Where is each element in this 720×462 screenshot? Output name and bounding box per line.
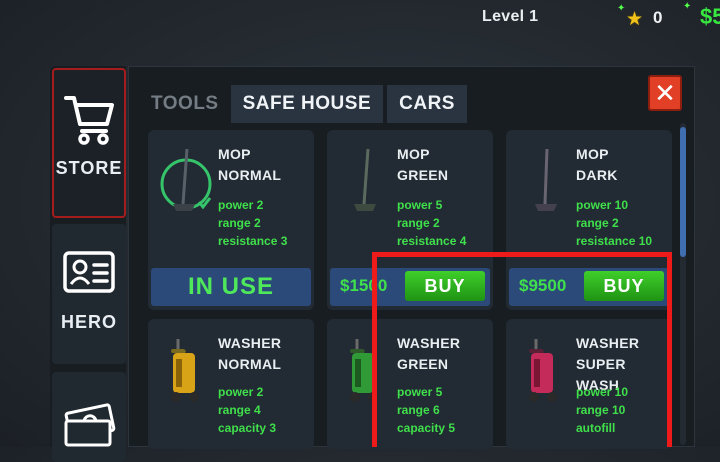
item-card-washer-super-wash: WASHER SUPER WASH power 10 range 10 auto… [506, 319, 672, 449]
category-tabs: TOOLS SAFE HOUSE CARS [143, 85, 467, 123]
item-title: MOP DARK [576, 146, 618, 183]
mop-icon [354, 148, 376, 211]
sidebar-label-store: STORE [55, 158, 123, 178]
id-card-icon [63, 251, 115, 293]
item-card-mop-normal: MOP NORMAL power 2 range 2 resistance 3 … [148, 130, 314, 310]
store-panel: TOOLS SAFE HOUSE CARS ✕ MOP NORMAL power… [128, 66, 695, 449]
tab-cars[interactable]: CARS [387, 85, 467, 123]
in-use-button[interactable]: IN USE [151, 268, 311, 306]
tab-safe-house[interactable]: SAFE HOUSE [230, 85, 384, 123]
item-title: WASHER NORMAL [218, 335, 282, 372]
pressure-washer-icon [529, 339, 557, 402]
sidebar-tab-store[interactable]: STORE [52, 68, 126, 218]
item-card-mop-dark: MOP DARK power 10 range 2 resistance 10 … [506, 130, 672, 310]
mop-icon [160, 148, 212, 211]
sidebar-tab-cash[interactable] [52, 372, 126, 462]
scrollbar[interactable] [680, 123, 686, 445]
item-stats: power 10 range 10 autofill [576, 385, 629, 435]
item-title: MOP GREEN [397, 146, 449, 183]
item-card-washer-normal: WASHER NORMAL power 2 range 4 capacity 3 [148, 319, 314, 449]
item-stats: power 5 range 2 resistance 4 [397, 198, 467, 248]
buy-button[interactable]: BUY [405, 271, 485, 301]
level-label: Level 1 [482, 8, 539, 25]
item-stats: power 2 range 2 resistance 3 [218, 198, 288, 248]
price-label: $9500 [519, 276, 567, 295]
top-hud: Level 1 ✦ ★ 0 ✦ $5 [0, 0, 720, 40]
buy-button[interactable]: BUY [584, 271, 664, 301]
shopping-cart-icon [64, 96, 114, 145]
pressure-washer-icon [171, 339, 199, 402]
price-bar: $9500 BUY [509, 268, 669, 306]
scrollbar-thumb[interactable] [680, 127, 686, 257]
star-icon: ★ [626, 9, 644, 30]
star-count: 0 [653, 8, 663, 27]
item-stats: power 2 range 4 capacity 3 [218, 385, 277, 435]
pressure-washer-icon [350, 339, 378, 402]
money-counter: $5 [700, 4, 720, 29]
tab-tools[interactable]: TOOLS [143, 85, 227, 123]
price-label: $1500 [340, 276, 388, 295]
item-stats: power 5 range 6 capacity 5 [397, 385, 456, 435]
mop-icon [535, 148, 557, 211]
sparkle-icon: ✦ [683, 1, 692, 12]
sparkle-icon: ✦ [617, 3, 626, 14]
sidebar-tab-hero[interactable]: HERO [52, 224, 126, 364]
close-button[interactable]: ✕ [648, 75, 682, 111]
price-bar: $1500 BUY [330, 268, 490, 306]
sidebar-label-hero: HERO [60, 312, 117, 332]
item-stats: power 10 range 2 resistance 10 [576, 198, 653, 248]
item-card-washer-green: WASHER GREEN power 5 range 6 capacity 5 [327, 319, 493, 449]
item-title: MOP NORMAL [218, 146, 282, 183]
store-sidebar: STORE HERO [50, 66, 126, 462]
item-title: WASHER GREEN [397, 335, 461, 372]
item-card-mop-green: MOP GREEN power 5 range 2 resistance 4 $… [327, 130, 493, 310]
cash-icon [64, 403, 116, 447]
